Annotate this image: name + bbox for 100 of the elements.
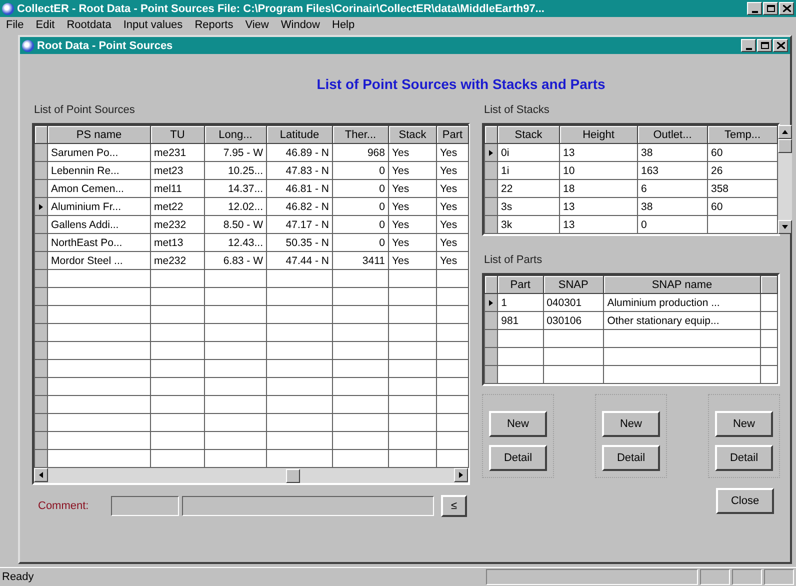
table-cell: met22	[150, 198, 204, 216]
table-cell: 040301	[543, 294, 604, 312]
comment-field[interactable]	[182, 496, 434, 516]
column-header[interactable]: Outlet...	[638, 126, 708, 144]
comment-button[interactable]: ≤	[441, 495, 467, 517]
column-header[interactable]: Temp...	[708, 126, 778, 144]
table-cell: 50.35 - N	[266, 234, 332, 252]
row-selector[interactable]	[34, 198, 48, 216]
column-header[interactable]: Part	[436, 126, 468, 144]
table-cell: 3k	[498, 216, 560, 234]
column-header[interactable]: Stack	[498, 126, 560, 144]
column-header[interactable]: SNAP name	[604, 276, 760, 294]
table-cell: Yes	[436, 162, 468, 180]
status-pane	[732, 569, 762, 585]
close-button[interactable]	[779, 2, 794, 15]
comment-code-field[interactable]	[111, 496, 179, 516]
menu-item[interactable]: Window	[280, 18, 320, 30]
detail-button[interactable]: Detail	[489, 445, 547, 471]
child-window-title: Root Data - Point Sources	[37, 40, 174, 52]
scroll-down-button[interactable]	[778, 220, 792, 234]
table-cell: Other stationary equip...	[604, 312, 760, 330]
table-cell: Yes	[388, 216, 436, 234]
column-header[interactable]: PS name	[48, 126, 150, 144]
table-cell: 0	[332, 180, 388, 198]
table-cell: 60	[708, 198, 778, 216]
scroll-thumb[interactable]	[778, 139, 792, 153]
row-selector[interactable]	[484, 294, 498, 312]
close-button[interactable]	[773, 39, 788, 52]
table-cell: Yes	[436, 234, 468, 252]
up-arrow-icon	[782, 130, 788, 134]
row-selector[interactable]	[34, 144, 48, 162]
table-cell: 47.17 - N	[266, 216, 332, 234]
scroll-left-button[interactable]	[34, 468, 48, 482]
column-header[interactable]: SNAP	[543, 276, 604, 294]
restore-button[interactable]	[757, 39, 772, 52]
table-cell	[708, 216, 778, 234]
table-cell: Yes	[388, 162, 436, 180]
table-cell: Aluminium production ...	[604, 294, 760, 312]
table-cell: 10	[560, 162, 638, 180]
vertical-scrollbar[interactable]	[778, 125, 792, 234]
table-cell: Yes	[436, 252, 468, 270]
maximize-icon	[766, 5, 774, 12]
status-pane	[764, 569, 794, 585]
column-header[interactable]: Height	[560, 126, 638, 144]
status-text: Ready	[2, 571, 35, 583]
new-button[interactable]: New	[489, 411, 547, 437]
horizontal-scrollbar[interactable]	[34, 468, 468, 483]
table-cell: 38	[638, 198, 708, 216]
table-cell: Mordor Steel ...	[48, 252, 150, 270]
comment-label: Comment:	[37, 500, 90, 512]
table-cell: Yes	[388, 252, 436, 270]
column-header[interactable]: Long...	[204, 126, 266, 144]
table-cell: 981	[498, 312, 544, 330]
table-cell: 0i	[498, 144, 560, 162]
table-cell: Gallens Addi...	[48, 216, 150, 234]
new-button[interactable]: New	[602, 411, 660, 437]
table-cell: 1	[498, 294, 544, 312]
table-cell: 46.81 - N	[266, 180, 332, 198]
close-window-button[interactable]: Close	[716, 488, 774, 514]
current-row-icon	[39, 204, 43, 210]
table-cell: 0	[332, 234, 388, 252]
detail-button[interactable]: Detail	[715, 445, 773, 471]
column-header[interactable]: TU	[150, 126, 204, 144]
menu-item[interactable]: Edit	[36, 18, 55, 30]
table-cell: NorthEast Po...	[48, 234, 150, 252]
scroll-right-button[interactable]	[454, 468, 468, 482]
menu-item[interactable]: View	[245, 18, 269, 30]
menu-item[interactable]: Help	[332, 18, 355, 30]
menu-item[interactable]: Reports	[194, 18, 234, 30]
table-cell: 0	[638, 216, 708, 234]
table-cell: mel11	[150, 180, 204, 198]
menu-item[interactable]: Input values	[123, 18, 183, 30]
grid-corner	[484, 126, 498, 144]
new-button[interactable]: New	[715, 411, 773, 437]
table-cell: Yes	[388, 234, 436, 252]
scroll-thumb[interactable]	[286, 468, 300, 482]
table-cell: 13	[560, 216, 638, 234]
close-icon	[782, 5, 790, 12]
scroll-up-button[interactable]	[778, 125, 792, 139]
menu-item[interactable]: Rootdata	[66, 18, 112, 30]
minimize-button[interactable]	[747, 2, 762, 15]
window-title: CollectER - Root Data - Point Sources File: C:\Program Files\Corinair\CollectER\data\MiddleEarth97...	[17, 2, 546, 14]
table-cell: me232	[150, 252, 204, 270]
table-cell: me231	[150, 144, 204, 162]
restore-icon	[760, 42, 768, 49]
menu-item[interactable]: File	[6, 18, 24, 30]
status-pane	[700, 569, 730, 585]
maximize-button[interactable]	[763, 2, 778, 15]
table-cell: 0	[332, 162, 388, 180]
section-label: List of Point Sources	[34, 104, 136, 116]
detail-button[interactable]: Detail	[602, 445, 660, 471]
column-header[interactable]: Part	[498, 276, 544, 294]
column-header[interactable]: Ther...	[332, 126, 388, 144]
table-cell: 12.02...	[204, 198, 266, 216]
column-header[interactable]: Stack	[388, 126, 436, 144]
table-cell: 358	[708, 180, 778, 198]
left-arrow-icon	[39, 472, 43, 478]
minimize-button[interactable]	[741, 39, 756, 52]
row-selector[interactable]	[484, 144, 498, 162]
column-header[interactable]: Latitude	[266, 126, 332, 144]
